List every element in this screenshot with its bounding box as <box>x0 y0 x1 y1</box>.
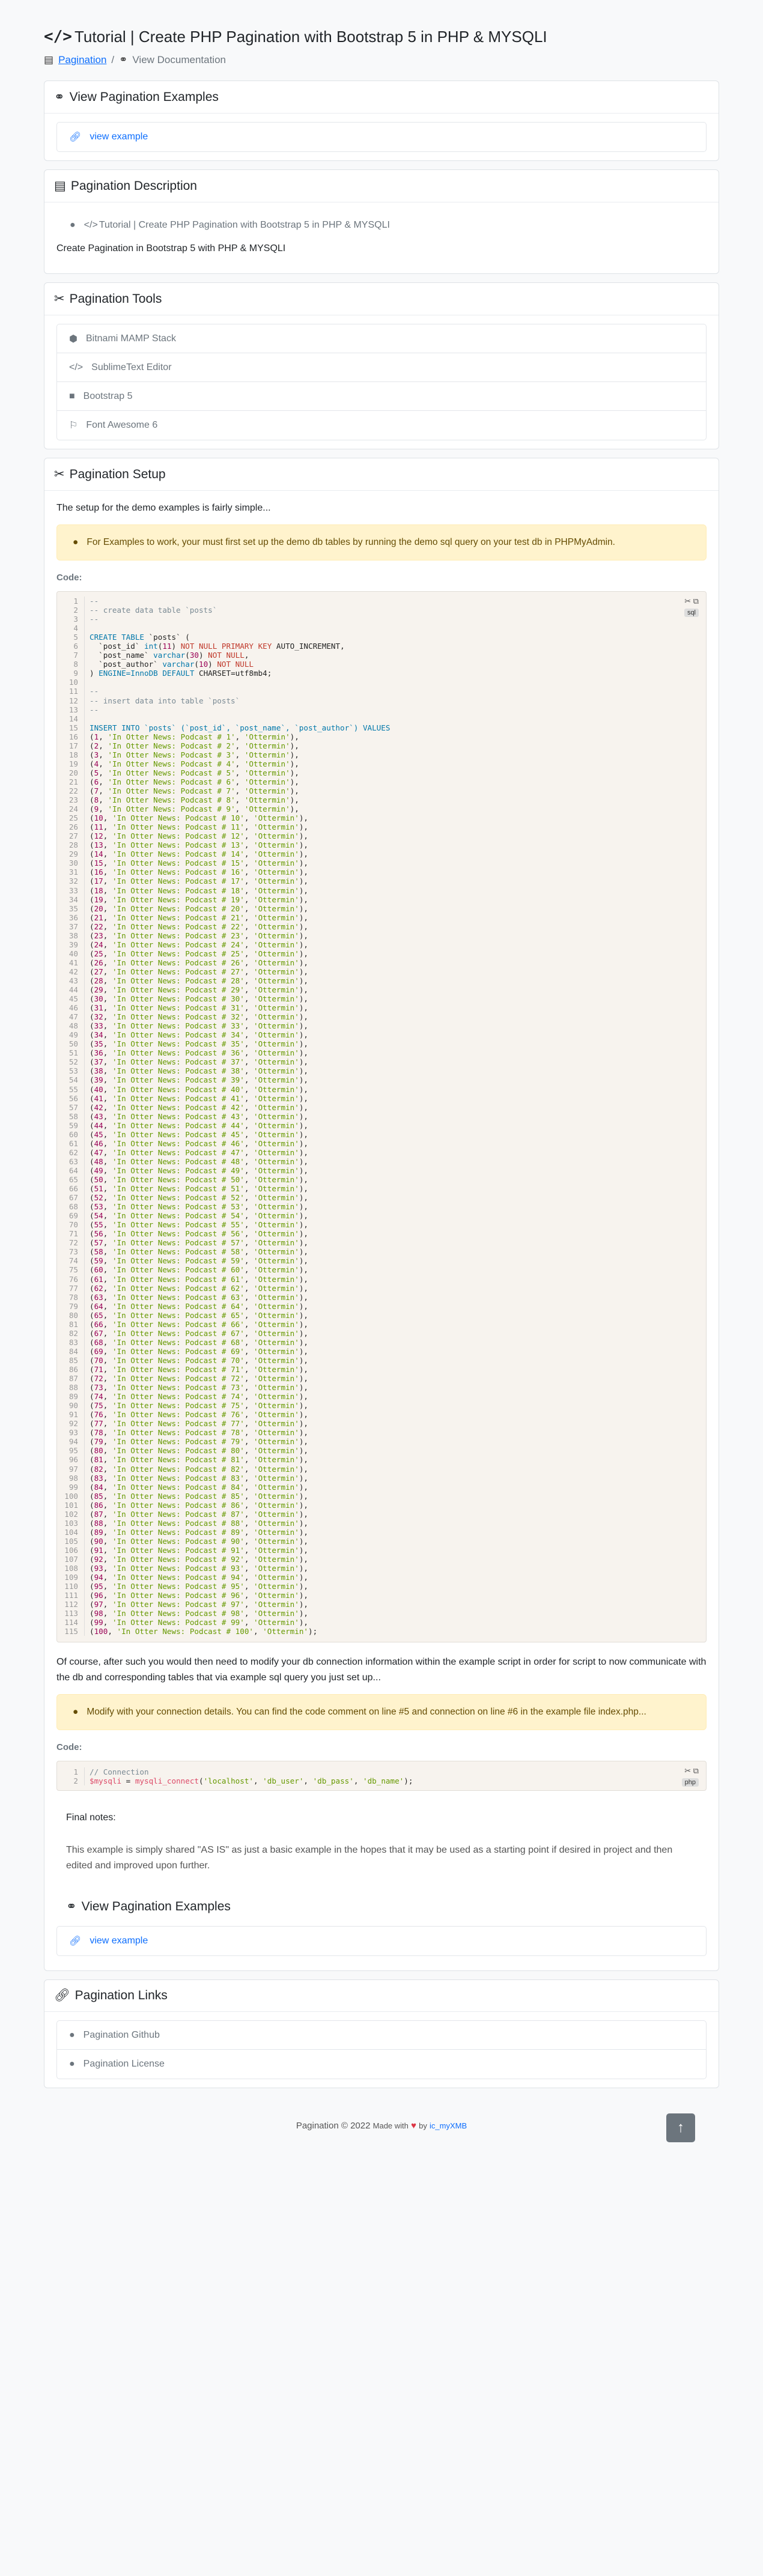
link-icon: 🔗︎ <box>69 1936 82 1947</box>
footer: Pagination © 2022 Made with ♥ by ic_myXM… <box>44 2097 719 2167</box>
code-toolbar: ✂ ⧉ sql <box>684 597 699 617</box>
link-icon: 🔗︎ <box>54 1988 70 2003</box>
tools-icon: ✂ <box>54 467 65 481</box>
examples-card: ⚭ View Pagination Examples 🔗︎ view example <box>44 80 719 161</box>
sql-code-block: ✂ ⧉ sql 1 -- 2 -- create data table `posts`… <box>56 591 707 1643</box>
description-text: Create Pagination in Bootstrap 5 with PH… <box>56 243 286 254</box>
info-icon: ● <box>70 220 76 230</box>
setup-outro: Of course, after such you would then nee… <box>56 1657 707 1683</box>
description-header: ▤ Pagination Description <box>44 170 719 202</box>
language-badge: php <box>681 1778 699 1787</box>
tool-item: </> SublimeText Editor <box>57 353 706 382</box>
heart-icon: ♥ <box>411 2121 416 2131</box>
back-to-top-button[interactable]: ↑ <box>666 2113 695 2143</box>
code-label: Code: <box>56 1742 82 1753</box>
page-container: </> Tutorial | Create PHP Pagination wit… <box>44 0 719 2167</box>
final-notes-text: This example is simply shared "AS IS" as… <box>66 1845 673 1871</box>
page-title: </> Tutorial | Create PHP Pagination wit… <box>44 27 547 46</box>
file-icon: ▤ <box>44 54 54 65</box>
copy-icon[interactable]: ✂ ⧉ <box>684 597 699 606</box>
tools-card: ✂ Pagination Tools ⬢ Bitnami MAMP Stack </… <box>44 282 719 449</box>
cube-icon: ⬢ <box>69 333 78 344</box>
php-code: 1// Connection 2 $mysqli = mysqli_connect… <box>57 1767 706 1786</box>
binoculars-icon: ⚭ <box>66 1900 77 1914</box>
links-card: 🔗︎ Pagination Links ● Pagination Github ● P… <box>44 1979 719 2089</box>
code-label: Code: <box>56 573 82 583</box>
links-header: 🔗︎ Pagination Links <box>44 1980 719 2012</box>
tools-header: ✂ Pagination Tools <box>44 283 719 315</box>
bootstrap-icon: ■ <box>69 390 75 401</box>
info-icon: ● <box>69 2059 75 2070</box>
license-link[interactable]: ● Pagination License <box>57 2050 706 2079</box>
setup-alert: ● For Examples to work, your must first s… <box>56 524 707 560</box>
code-icon: </> <box>84 220 98 230</box>
tool-item: ⚐ Font Awesome 6 <box>69 420 158 431</box>
code-icon: </> <box>69 362 84 372</box>
setup-header: ✂ Pagination Setup <box>44 458 719 491</box>
examples-header: ⚭ View Pagination Examples <box>44 81 719 114</box>
php-code-block: ✂ ⧉ php 1// Connection 2 $mysqli = mysqli_… <box>56 1761 707 1791</box>
view-example-link[interactable]: 🔗︎ view example <box>57 123 706 151</box>
author-link[interactable]: ic_myXMB <box>430 2121 467 2130</box>
tool-item: ■ Bootstrap 5 <box>57 382 706 411</box>
language-badge: sql <box>684 609 699 617</box>
copy-icon[interactable]: ✂ ⧉ <box>684 1766 699 1775</box>
breadcrumb: ▤ Pagination / ⚭ View Documentation <box>44 54 719 66</box>
tools-icon: ✂ <box>54 292 65 306</box>
breadcrumb-home-link[interactable]: Pagination <box>58 54 106 66</box>
github-icon: ● <box>69 2029 75 2040</box>
file-icon: ▤ <box>54 179 66 193</box>
view-example-link-bottom[interactable]: 🔗︎ view example <box>57 1927 706 1955</box>
warning-icon: ● <box>73 537 79 547</box>
description-item: ● </> Tutorial | Create PHP Pagination wit… <box>70 220 390 230</box>
flag-icon: ⚐ <box>69 421 78 431</box>
setup-intro: The setup for the demo examples is fairl… <box>56 503 271 513</box>
arrow-up-icon: ↑ <box>677 2119 684 2136</box>
warning-icon: ● <box>73 1707 79 1718</box>
github-link[interactable]: ● Pagination Github <box>57 2021 706 2050</box>
breadcrumb-separator: / <box>111 54 115 65</box>
connection-alert: ● Modify with your connection details. Yo… <box>56 1694 707 1731</box>
sql-code: 1 -- 2 -- create data table `posts` 3 -- 4 … <box>57 597 706 1636</box>
breadcrumb-current: View Documentation <box>132 54 226 65</box>
code-toolbar: ✂ ⧉ php <box>681 1766 699 1787</box>
setup-card: ✂ Pagination Setup The setup for the demo… <box>44 458 719 1972</box>
binoculars-icon: ⚭ <box>54 90 65 104</box>
description-card: ▤ Pagination Description ● </> Tutorial | C… <box>44 169 719 274</box>
tool-item: ⬢ Bitnami MAMP Stack <box>57 324 706 353</box>
binoculars-icon: ⚭ <box>119 54 128 65</box>
link-icon: 🔗︎ <box>69 132 82 142</box>
code-icon: </> <box>44 28 72 46</box>
final-notes-title: Final notes: <box>66 1812 116 1823</box>
examples-header-bottom: ⚭ View Pagination Examples <box>66 1899 231 1914</box>
